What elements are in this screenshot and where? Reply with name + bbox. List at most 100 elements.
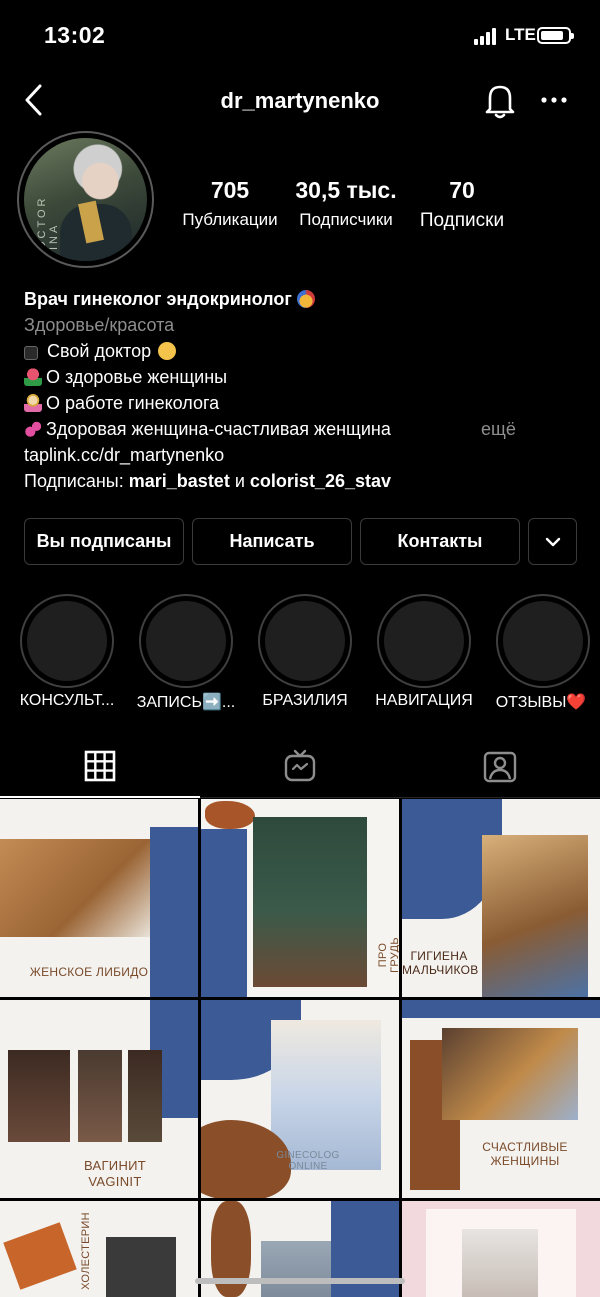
bio-line-text: О работе гинеколога	[46, 393, 220, 413]
bell-icon	[485, 85, 515, 119]
bio-more-link[interactable]: ещё	[481, 416, 516, 442]
followers-count[interactable]: 30,5 тыс. Подписчики	[294, 177, 398, 230]
highlight-label: КОНСУЛЬТ...	[19, 692, 115, 709]
tab-active-indicator	[0, 796, 200, 798]
post-caption: ГИГИЕНА МАЛЬЧИКОВ	[402, 949, 479, 977]
back-button[interactable]	[20, 82, 50, 118]
network-label: LTE	[505, 25, 536, 44]
bio-line-text: Здоровая женщина-счастливая женщина	[46, 419, 391, 439]
highlight-consult[interactable]	[20, 594, 114, 688]
tulip-icon	[24, 368, 42, 386]
post-caption: ВАГИНИТ VAGINIT	[83, 1158, 147, 1189]
tab-divider	[200, 797, 600, 798]
post-photo	[8, 1050, 70, 1142]
avatar[interactable]: DOCTOR NINA	[24, 138, 147, 261]
bio-link[interactable]: taplink.cc/dr_martynenko	[24, 442, 584, 468]
highlight-label: НАВИГАЦИЯ	[375, 692, 473, 709]
chevron-down-icon	[545, 537, 560, 546]
highlight-ring	[377, 594, 471, 688]
post-photo	[106, 1237, 176, 1297]
suggested-accounts-button[interactable]	[528, 518, 577, 565]
post-thumbnail[interactable]: СЧАСТЛИВЫЕ ЖЕНЩИНЫ	[402, 1000, 600, 1198]
post-photo	[442, 1028, 578, 1120]
post-photo	[128, 1050, 162, 1142]
post-photo	[78, 1050, 122, 1142]
followed-by-prefix: Подписаны:	[24, 471, 124, 491]
followed-by-user[interactable]: colorist_26_stav	[250, 471, 391, 491]
igtv-icon	[284, 749, 316, 782]
post-photo	[0, 839, 150, 937]
posts-count[interactable]: 705 Публикации	[178, 177, 282, 230]
post-photo	[462, 1229, 538, 1297]
bio-line: О работе гинеколога	[24, 390, 584, 416]
status-bar: 13:02 LTE	[0, 0, 600, 70]
highlight-reviews[interactable]	[496, 594, 590, 688]
highlight-navigation[interactable]	[377, 594, 471, 688]
followers-count-value: 30,5 тыс.	[295, 177, 397, 203]
bio-name: Врач гинеколог эндокринолог	[24, 289, 292, 309]
grid-icon	[84, 750, 116, 782]
contacts-button[interactable]: Контакты	[360, 518, 520, 565]
following-button[interactable]: Вы подписаны	[24, 518, 184, 565]
post-thumbnail[interactable]: ВАГИНИТ VAGINIT	[0, 1000, 198, 1198]
post-thumbnail[interactable]: ХОЛЕСТЕРИН	[0, 1201, 198, 1297]
post-decoration	[402, 1000, 600, 1018]
chevron-left-icon	[25, 84, 42, 116]
bio-line: Свой доктор	[24, 338, 584, 364]
highlight-booking[interactable]	[139, 594, 233, 688]
highlight-label: ОТЗЫВЫ❤️	[495, 694, 587, 711]
tab-tagged[interactable]	[480, 748, 520, 786]
home-indicator[interactable]	[195, 1278, 405, 1284]
highlight-ring	[20, 594, 114, 688]
post-caption: GINECOLOG ONLINE	[276, 1150, 340, 1172]
battery-icon	[537, 27, 574, 44]
bio: Врач гинеколог эндокринолог Здоровье/кра…	[24, 286, 584, 494]
highlight-label: ЗАПИСЬ➡️...	[136, 694, 236, 711]
post-thumbnail[interactable]: GINECOLOG ONLINE	[201, 1000, 399, 1198]
post-thumbnail[interactable]: ПРО ГРУДЬ	[201, 799, 399, 997]
bio-name-line: Врач гинеколог эндокринолог	[24, 286, 584, 312]
post-photo	[271, 1020, 381, 1170]
post-photo	[482, 835, 588, 997]
highlight-brazil[interactable]	[258, 594, 352, 688]
highlight-ring	[139, 594, 233, 688]
post-thumbnail[interactable]: ЖЕНСКОЕ ЛИБИДО	[0, 799, 198, 997]
tab-grid[interactable]	[80, 748, 120, 786]
following-count-value: 70	[449, 177, 475, 203]
post-thumbnail[interactable]: ГИГИЕНА МАЛЬЧИКОВ	[402, 799, 600, 997]
bio-line: О здоровье женщины	[24, 364, 584, 390]
status-time: 13:02	[44, 22, 106, 48]
bio-line: Здоровая женщина-счастливая женщина ещё	[24, 416, 584, 442]
bio-line-text: О здоровье женщины	[46, 367, 228, 387]
bio-line-text: Свой доктор	[47, 341, 152, 361]
highlight-ring	[496, 594, 590, 688]
notifications-button[interactable]	[482, 82, 518, 120]
post-thumbnail[interactable]	[402, 1201, 600, 1297]
highlight-label: БРАЗИЛИЯ	[262, 692, 348, 709]
post-caption: ЖЕНСКОЕ ЛИБИДО	[29, 965, 149, 979]
tab-igtv[interactable]	[280, 748, 320, 786]
post-photo	[253, 817, 367, 987]
posts-count-label: Публикации	[182, 210, 278, 229]
avatar-brand-mark: DOCTOR NINA	[36, 195, 60, 261]
post-decoration	[205, 801, 255, 829]
posts-count-value: 705	[210, 177, 250, 203]
followed-by[interactable]: Подписаны: mari_bastet и colorist_26_sta…	[24, 468, 584, 494]
post-caption: ПРО ГРУДЬ	[377, 937, 399, 973]
message-button[interactable]: Написать	[192, 518, 352, 565]
posts-grid: ЖЕНСКОЕ ЛИБИДО ПРО ГРУДЬ ГИГИЕНА МАЛЬЧИК…	[0, 799, 600, 1297]
ok-hand-icon	[158, 342, 177, 360]
following-count[interactable]: 70 Подписки	[412, 177, 512, 232]
followed-by-user[interactable]: mari_bastet	[129, 471, 230, 491]
followed-by-joiner: и	[234, 471, 245, 491]
medal-icon	[296, 290, 315, 308]
post-decoration	[3, 1222, 77, 1290]
followers-count-label: Подписчики	[299, 210, 393, 229]
following-count-label: Подписки	[419, 210, 505, 231]
more-options-button[interactable]	[538, 90, 570, 110]
tagged-user-icon	[483, 751, 517, 783]
more-horizontal-icon	[541, 97, 567, 103]
woman-tipping-hand-icon	[24, 394, 42, 412]
post-caption: СЧАСТЛИВЫЕ ЖЕНЩИНЫ	[482, 1140, 568, 1168]
two-hearts-icon	[24, 420, 42, 438]
